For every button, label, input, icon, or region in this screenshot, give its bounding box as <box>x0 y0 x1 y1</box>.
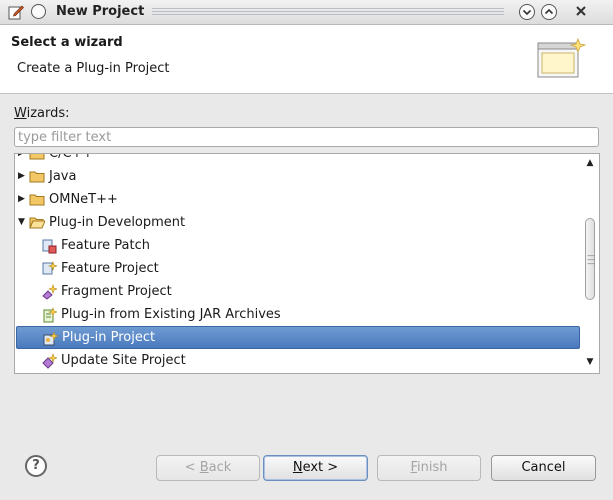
tree-item-feature-patch[interactable]: Feature Patch <box>15 234 581 257</box>
tree-item-omnetpp[interactable]: ▶ OMNeT++ <box>15 188 581 211</box>
wizard-tree-list: ▶ C/C++ ▶ Java ▶ OMNeT++ ▼ Plug-in Devel… <box>15 153 581 372</box>
tree-item-c-cpp[interactable]: ▶ C/C++ <box>15 153 581 165</box>
jar-plugin-icon <box>43 307 57 323</box>
expand-arrow-icon[interactable]: ▶ <box>18 188 28 211</box>
filter-input[interactable] <box>14 127 599 147</box>
help-icon: ? <box>32 458 40 473</box>
title-bar-decoration <box>152 8 504 17</box>
title-bar: New Project <box>0 0 613 25</box>
tree-item-label: Plug-in Project <box>62 330 156 345</box>
page-title: Select a wizard <box>11 35 123 50</box>
tree-item-label: OMNeT++ <box>49 192 118 207</box>
update-site-icon <box>42 353 57 369</box>
window-menu-button[interactable] <box>31 4 46 19</box>
maximize-button[interactable] <box>541 4 557 20</box>
scrollbar-thumb[interactable]: — — — <box>585 218 595 300</box>
tree-scrollbar[interactable]: ▲ — — — ▼ <box>581 154 599 373</box>
tree-item-label: Plug-in Development <box>49 215 186 230</box>
close-icon <box>576 6 586 16</box>
chevron-up-icon <box>544 8 554 15</box>
page-message: Create a Plug-in Project <box>17 61 170 76</box>
scroll-up-icon[interactable]: ▲ <box>581 156 599 170</box>
grip-icon: — — — <box>587 251 595 268</box>
tree-item-update-site-project[interactable]: Update Site Project <box>15 349 581 372</box>
back-button[interactable]: < Back <box>156 455 260 481</box>
fragment-project-icon <box>42 284 57 300</box>
close-button[interactable] <box>566 4 596 20</box>
wizard-tree[interactable]: ▶ C/C++ ▶ Java ▶ OMNeT++ ▼ Plug-in Devel… <box>14 153 600 374</box>
expand-arrow-icon[interactable]: ▶ <box>18 165 28 188</box>
expand-arrow-icon[interactable]: ▶ <box>18 154 28 165</box>
new-project-app-icon <box>8 5 24 20</box>
next-button[interactable]: Next > <box>263 455 368 481</box>
collapse-arrow-icon[interactable]: ▼ <box>18 211 28 234</box>
tree-item-label: Feature Patch <box>61 238 150 253</box>
wizard-header: Select a wizard Create a Plug-in Project <box>0 25 613 94</box>
tree-item-label: Plug-in from Existing JAR Archives <box>61 307 281 322</box>
cancel-button[interactable]: Cancel <box>491 455 596 481</box>
feature-project-icon <box>42 261 57 275</box>
tree-item-feature-project[interactable]: Feature Project <box>15 257 581 280</box>
plugin-project-icon <box>43 331 58 346</box>
help-button[interactable]: ? <box>25 455 47 477</box>
minimize-button[interactable] <box>519 4 535 20</box>
tree-item-plugin-from-jar[interactable]: Plug-in from Existing JAR Archives <box>15 303 581 326</box>
open-folder-icon <box>29 217 45 229</box>
wizards-label: Wizards: <box>14 106 70 121</box>
folder-icon <box>29 171 45 183</box>
tree-item-label: Java <box>49 169 77 184</box>
new-wizard-banner-icon <box>537 37 587 78</box>
tree-item-label: C/C++ <box>49 153 94 161</box>
tree-item-label: Fragment Project <box>61 284 172 299</box>
tree-item-label: Feature Project <box>61 261 159 276</box>
tree-item-java[interactable]: ▶ Java <box>15 165 581 188</box>
folder-icon <box>29 194 45 206</box>
finish-button[interactable]: Finish <box>377 455 481 481</box>
window-title: New Project <box>56 4 145 19</box>
chevron-down-icon <box>522 9 532 16</box>
folder-icon <box>29 154 45 160</box>
tree-item-fragment-project[interactable]: Fragment Project <box>15 280 581 303</box>
scroll-down-icon[interactable]: ▼ <box>581 355 599 369</box>
tree-item-label: Update Site Project <box>61 353 186 368</box>
tree-item-plugin-project[interactable]: Plug-in Project <box>16 326 580 349</box>
feature-patch-icon <box>42 239 57 254</box>
tree-item-plugin-development[interactable]: ▼ Plug-in Development <box>15 211 581 234</box>
